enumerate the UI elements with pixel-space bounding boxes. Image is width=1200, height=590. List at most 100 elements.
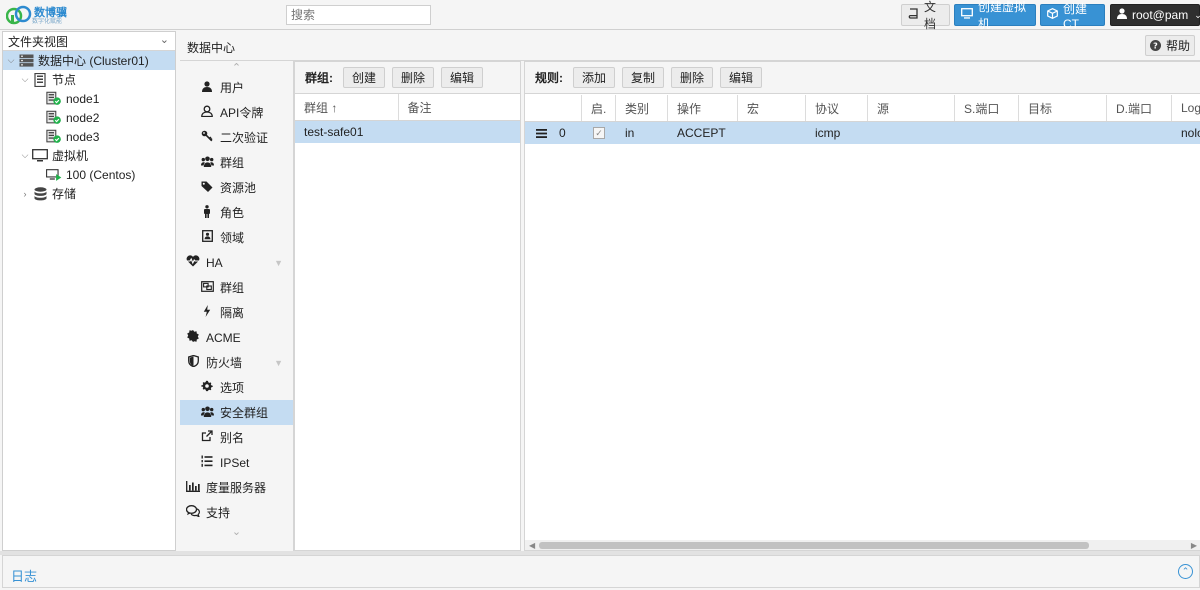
- groups-grid-header: 群组 ↑ 备注: [295, 94, 520, 121]
- scroll-down-icon[interactable]: ⌄: [180, 525, 293, 539]
- menu-item[interactable]: 角色: [180, 200, 293, 225]
- menu-item-label: API令牌: [220, 106, 264, 120]
- column-header-group[interactable]: 群组 ↑: [295, 94, 399, 120]
- create-ct-button[interactable]: 创建CT: [1040, 2, 1105, 31]
- menu-item[interactable]: 度量服务器: [180, 475, 293, 500]
- menu-item[interactable]: ACME: [180, 325, 293, 350]
- rule-protocol-cell: icmp: [815, 126, 841, 140]
- column-header-log[interactable]: Log: [1172, 95, 1200, 121]
- menu-item[interactable]: 选项: [180, 375, 293, 400]
- tree-item[interactable]: ⌵ 数据中心 (Cluster01): [3, 51, 175, 70]
- collapse-toggle-icon[interactable]: ▼: [274, 258, 283, 268]
- menu-item[interactable]: 隔离: [180, 300, 293, 325]
- column-header-action[interactable]: 操作: [668, 95, 738, 121]
- log-panel: 日志 ⌃: [2, 555, 1200, 588]
- copy-rule-button[interactable]: 复制: [622, 67, 665, 88]
- column-header-protocol[interactable]: 协议: [806, 95, 868, 121]
- menu-item-label: 选项: [220, 381, 245, 395]
- tree-item[interactable]: node2: [3, 108, 175, 127]
- column-header-destination[interactable]: 目标: [1019, 95, 1107, 121]
- column-header-type[interactable]: 类别: [616, 95, 668, 121]
- tree-item[interactable]: 100 (Centos): [3, 165, 175, 184]
- rule-macro-cell: [738, 122, 806, 144]
- column-header-macro[interactable]: 宏: [738, 95, 806, 121]
- user-menu-button[interactable]: root@pam ⌄: [1110, 4, 1200, 26]
- create-group-button[interactable]: 创建: [343, 67, 386, 88]
- menu-item[interactable]: API令牌: [180, 100, 293, 125]
- drag-handle-icon[interactable]: [536, 128, 547, 138]
- list-ol-icon: [200, 455, 214, 470]
- scroll-left-icon[interactable]: ◀: [529, 541, 535, 550]
- view-selector[interactable]: 文件夹视图 ⌄: [3, 32, 175, 51]
- docs-button[interactable]: 文档: [901, 0, 950, 31]
- expand-up-icon[interactable]: ⌃: [1178, 564, 1193, 579]
- tree-item[interactable]: ⌵ 虚拟机: [3, 146, 175, 165]
- top-toolbar: 数博骥 数字化赋能 文档 创建虚拟机 创建CT root@pam ⌄: [0, 0, 1200, 31]
- horizontal-scrollbar[interactable]: ◀ ▶: [525, 540, 1200, 550]
- add-rule-button[interactable]: 添加: [573, 67, 616, 88]
- group-name-cell: test-safe01: [304, 125, 364, 139]
- edit-rule-button[interactable]: 编辑: [720, 67, 763, 88]
- node-online-icon: [46, 91, 62, 106]
- menu-item[interactable]: 别名: [180, 425, 293, 450]
- menu-item[interactable]: 资源池: [180, 175, 293, 200]
- column-header-enabled[interactable]: 启.: [582, 95, 616, 121]
- node-online-icon: [46, 110, 62, 125]
- tree-item[interactable]: node1: [3, 89, 175, 108]
- monitor-icon: [32, 149, 48, 163]
- bolt-icon: [200, 305, 214, 320]
- tree-item[interactable]: node3: [3, 127, 175, 146]
- menu-item[interactable]: 群组: [180, 275, 293, 300]
- svg-text:?: ?: [1153, 41, 1158, 50]
- menu-item-label: HA: [206, 255, 223, 270]
- delete-rule-button[interactable]: 删除: [671, 67, 714, 88]
- config-menu: ⌃ 用户 API令牌 二次验证 群组 资源池 角色 领域 HA ▼ 群组 隔离 ACME 防火墙 ▼ 选项安…: [180, 61, 294, 551]
- menu-item[interactable]: 支持: [180, 500, 293, 525]
- column-header-source-port[interactable]: S.端口: [955, 95, 1019, 121]
- tree-expand-icon[interactable]: ›: [20, 189, 30, 199]
- menu-item[interactable]: 二次验证: [180, 125, 293, 150]
- rule-dport-cell: [1107, 122, 1172, 144]
- groups-toolbar: 群组: 创建 删除 编辑: [295, 62, 520, 94]
- column-header-comment[interactable]: 备注: [399, 94, 520, 120]
- tree-collapse-icon[interactable]: ⌵: [20, 74, 30, 85]
- tree-item[interactable]: ⌵ 节点: [3, 70, 175, 89]
- menu-item[interactable]: 群组: [180, 150, 293, 175]
- menu-item[interactable]: IPSet: [180, 450, 293, 475]
- scroll-right-icon[interactable]: ▶: [1191, 541, 1197, 550]
- menu-item[interactable]: HA ▼: [180, 250, 293, 275]
- tree-collapse-icon[interactable]: ⌵: [6, 55, 16, 66]
- menu-item-label: 领域: [220, 231, 245, 245]
- resource-tree: ⌵ 数据中心 (Cluster01) ⌵ 节点 node1 node2 node3 ⌵ 虚拟机 1…: [3, 51, 175, 203]
- menu-item-label: 别名: [220, 431, 245, 445]
- column-header-source[interactable]: 源: [868, 95, 955, 121]
- delete-group-button[interactable]: 删除: [392, 67, 435, 88]
- collapse-toggle-icon[interactable]: ▼: [274, 358, 283, 368]
- enabled-checkbox[interactable]: ✓: [593, 127, 605, 139]
- column-header-dest-port[interactable]: D.端口: [1107, 95, 1172, 121]
- table-row[interactable]: 0 ✓ in ACCEPT icmp nolo: [525, 122, 1200, 144]
- create-vm-button[interactable]: 创建虚拟机: [954, 0, 1036, 31]
- tree-collapse-icon[interactable]: ⌵: [20, 150, 30, 161]
- menu-item-label: 用户: [220, 81, 245, 95]
- rules-toolbar: 规则: 添加 复制 删除 编辑: [525, 62, 1200, 94]
- tree-item-label: 虚拟机: [52, 149, 89, 163]
- scrollbar-thumb[interactable]: [539, 542, 1089, 549]
- search-input[interactable]: [286, 5, 431, 25]
- help-button[interactable]: ? 帮助: [1145, 35, 1195, 56]
- menu-item[interactable]: 用户: [180, 75, 293, 100]
- table-row[interactable]: test-safe01: [295, 121, 520, 143]
- bar-chart-icon: [186, 480, 200, 495]
- token-icon: [200, 105, 214, 120]
- edit-group-button[interactable]: 编辑: [441, 67, 484, 88]
- scroll-up-icon[interactable]: ⌃: [180, 61, 293, 75]
- menu-item[interactable]: 防火墙 ▼: [180, 350, 293, 375]
- certificate-icon: [186, 330, 200, 345]
- male-icon: [200, 204, 214, 221]
- menu-item[interactable]: 安全群组: [180, 400, 293, 425]
- menu-item[interactable]: 领域: [180, 225, 293, 250]
- tree-item[interactable]: › 存储: [3, 184, 175, 203]
- tree-item-label: node2: [66, 110, 100, 125]
- menu-item-label: 群组: [220, 156, 245, 170]
- view-selector-value: 文件夹视图: [8, 34, 69, 49]
